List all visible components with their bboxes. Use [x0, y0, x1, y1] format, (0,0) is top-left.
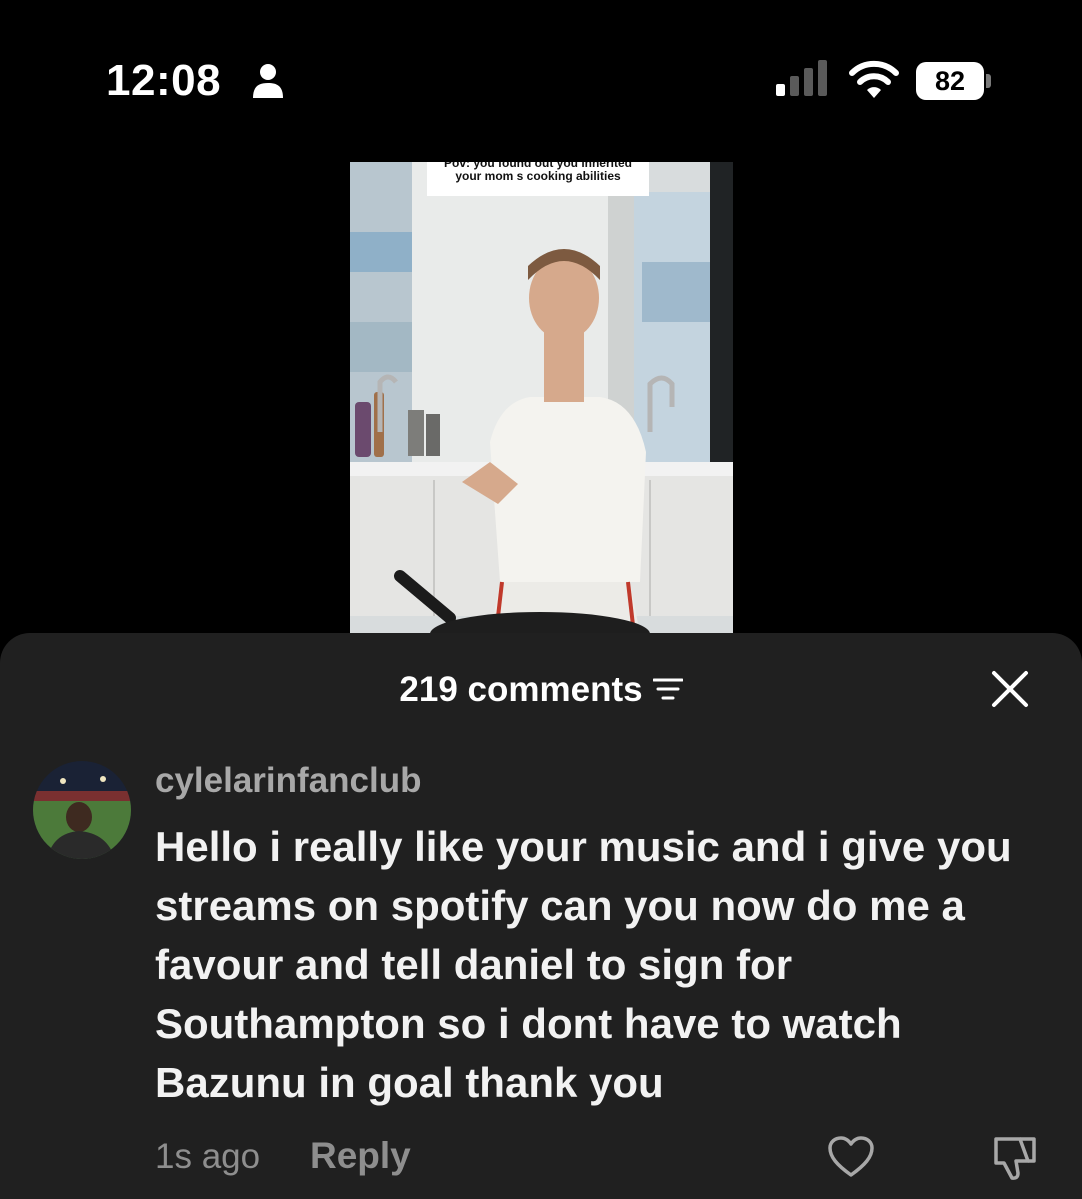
comments-sheet: 219 comments cylelarinfanclub Hello i re… — [0, 633, 1082, 1199]
close-icon[interactable] — [990, 669, 1030, 709]
filter-icon[interactable] — [652, 676, 683, 702]
comment-username[interactable]: cylelarinfanclub — [155, 761, 421, 801]
avatar-image — [33, 761, 131, 859]
heart-icon[interactable] — [827, 1135, 875, 1179]
video-caption: Pov: you found out you inherited your mo… — [427, 162, 649, 196]
comment-timestamp: 1s ago — [155, 1137, 261, 1176]
dislike-icon[interactable] — [990, 1133, 1038, 1181]
reply-button[interactable]: Reply — [310, 1135, 411, 1177]
video-caption-line2: your mom s cooking abilities — [455, 169, 621, 183]
comments-count-title: 219 comments — [399, 669, 643, 709]
video-frame-image — [350, 162, 733, 634]
status-time: 12:08 — [106, 56, 222, 105]
video-preview[interactable]: Pov: you found out you inherited your mo… — [350, 162, 733, 634]
wifi-icon — [849, 60, 899, 98]
battery-percent: 82 — [916, 62, 984, 100]
signal-icon — [776, 60, 827, 96]
comments-header: 219 comments — [0, 668, 1082, 710]
battery-icon: 82 — [916, 62, 992, 100]
battery-cap — [986, 74, 991, 88]
comment-text: Hello i really like your music and i giv… — [155, 823, 1012, 1106]
status-bar: 12:08 82 — [0, 0, 1082, 150]
person-icon — [253, 64, 283, 98]
avatar[interactable] — [33, 761, 131, 859]
